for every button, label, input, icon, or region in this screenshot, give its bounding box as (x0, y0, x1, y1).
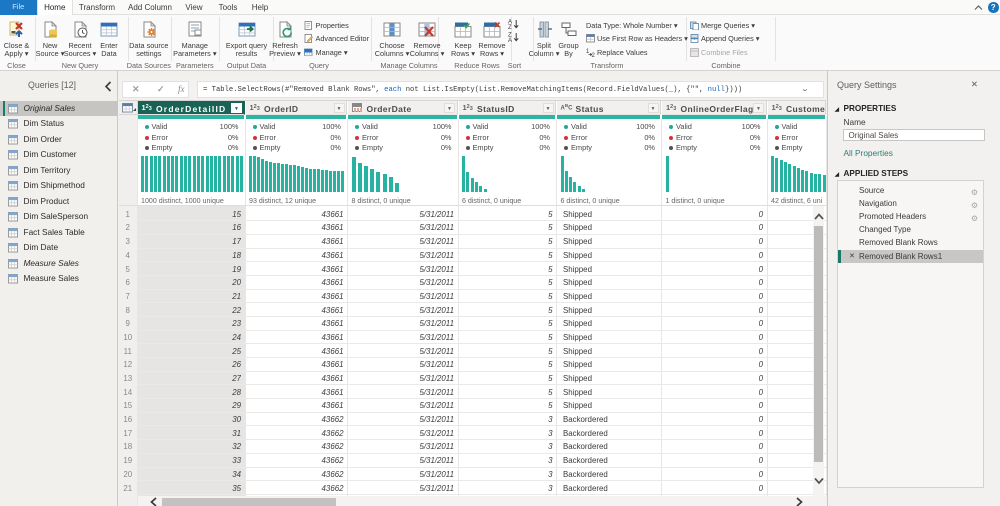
svg-text:Z: Z (508, 25, 512, 29)
svg-text:A: A (508, 38, 512, 42)
svg-text:1: 1 (586, 49, 590, 55)
svg-text:2: 2 (591, 53, 595, 57)
